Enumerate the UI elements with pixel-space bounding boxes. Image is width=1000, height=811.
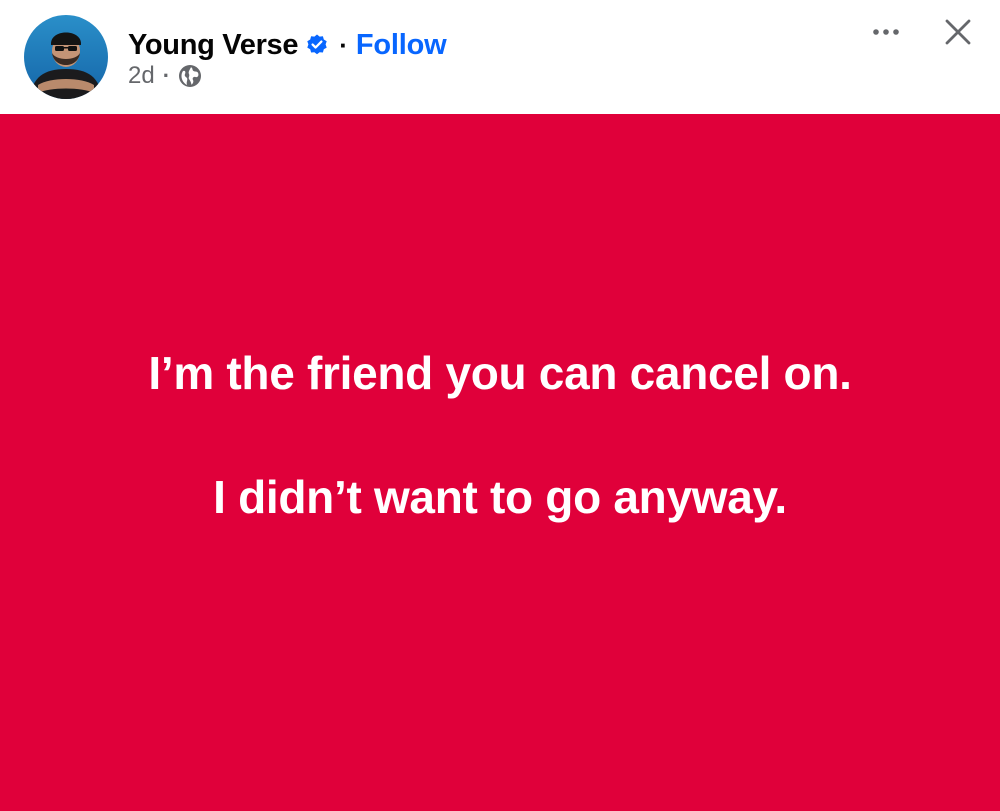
verified-badge-icon — [305, 33, 329, 57]
text-post-card: I’m the friend you can cancel on. I didn… — [0, 114, 1000, 811]
author-separator: · — [339, 29, 348, 60]
globe-icon[interactable] — [178, 64, 202, 88]
post: Young Verse · Follow 2d · I’m the friend… — [0, 0, 1000, 811]
more-options-icon — [873, 29, 899, 35]
close-button[interactable] — [940, 14, 976, 50]
more-options-button[interactable] — [866, 18, 906, 46]
post-text-line-1: I’m the friend you can cancel on. — [148, 347, 852, 399]
post-header: Young Verse · Follow 2d · — [0, 0, 1000, 114]
author-name[interactable]: Young Verse — [128, 29, 299, 62]
post-timestamp[interactable]: 2d — [128, 62, 155, 90]
meta-separator: · — [162, 63, 171, 88]
avatar-image — [24, 15, 108, 99]
post-meta: 2d · — [128, 62, 202, 90]
author-row: Young Verse · Follow — [128, 26, 447, 64]
close-icon — [945, 19, 971, 45]
follow-button[interactable]: Follow — [356, 29, 447, 62]
post-text-line-2: I didn’t want to go anyway. — [213, 471, 787, 523]
avatar[interactable] — [24, 15, 108, 99]
